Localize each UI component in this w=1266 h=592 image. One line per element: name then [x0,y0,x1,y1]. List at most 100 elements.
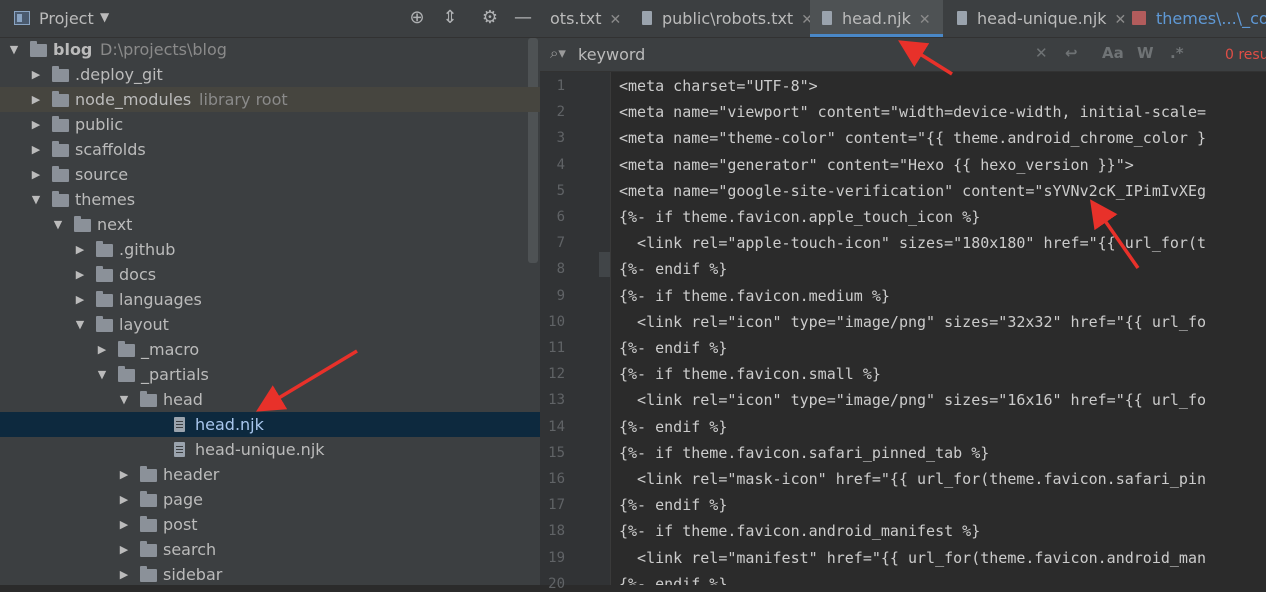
line-number: 6 [556,209,565,225]
chevron-down-icon[interactable]: ▼ [96,362,108,387]
new-line-icon[interactable]: ↩ [1065,44,1078,62]
chevron-down-icon[interactable]: ▼ [8,37,20,62]
folder-icon [96,316,113,332]
tree-folder[interactable]: ▶ sidebar [0,562,540,585]
tree-folder[interactable]: ▶ header [0,462,540,487]
editor: ots.txt ✕ public\robots.txt ✕ head.njk ✕ head-… [540,0,1266,592]
locate-icon[interactable]: ⊕ [406,7,428,29]
code-line: <link rel="manifest" href="{{ url_for(th… [619,548,1206,567]
chevron-right-icon[interactable]: ▶ [30,87,42,112]
clear-search-icon[interactable]: ✕ [1035,44,1048,62]
collapse-all-icon[interactable]: ⇕ [439,7,461,29]
tree-folder[interactable]: ▶ .deploy_git [0,62,540,87]
chevron-right-icon[interactable]: ▶ [30,62,42,87]
tree-folder[interactable]: ▶ page [0,487,540,512]
chevron-right-icon[interactable]: ▶ [96,337,108,362]
code-line: {%- endif %} [619,260,728,279]
regex-toggle[interactable]: .* [1170,44,1184,62]
chevron-right-icon[interactable]: ▶ [30,112,42,137]
caret-line-marker [599,252,610,277]
folder-icon [96,291,113,307]
tree-folder[interactable]: ▶ source [0,162,540,187]
chevron-down-icon[interactable]: ▼ [74,312,86,337]
line-number: 13 [548,392,565,409]
search-input[interactable] [578,42,1048,66]
tree-folder[interactable]: ▼ themes [0,187,540,212]
chevron-right-icon[interactable]: ▶ [30,162,42,187]
tree-folder[interactable]: ▼ next [0,212,540,237]
chevron-right-icon[interactable]: ▶ [118,562,130,585]
tree-folder[interactable]: ▼ blog D:\projects\blog [0,37,540,62]
tree-folder[interactable]: ▼ _partials [0,362,540,387]
tree-folder[interactable]: ▶ public [0,112,540,137]
tree-item-label: post [163,515,198,534]
line-number: 2 [556,104,565,121]
chevron-right-icon[interactable]: ▶ [74,262,86,287]
line-number: 18 [548,523,565,540]
tree-item-label: languages [119,290,202,309]
tab-label: ots.txt [550,9,602,28]
tree-item-label: page [163,490,203,509]
code-line: <meta name="viewport" content="width=dev… [619,103,1206,122]
chevron-right-icon[interactable]: ▶ [118,487,130,512]
chevron-right-icon[interactable]: ▶ [118,462,130,487]
close-icon[interactable]: ✕ [919,12,931,28]
tree-folder[interactable]: ▶ docs [0,262,540,287]
tree-folder[interactable]: ▼ head [0,387,540,412]
tree-item-label: head [163,390,203,409]
folder-icon [52,91,69,107]
tree-folder[interactable]: ▶ .github [0,237,540,262]
tree-folder[interactable]: ▶ search [0,537,540,562]
folder-icon [74,216,91,232]
editor-tab[interactable]: public\robots.txt ✕ [630,0,825,37]
chevron-down-icon[interactable]: ▼ [30,187,42,212]
whole-word-toggle[interactable]: W [1137,44,1154,62]
folder-icon [140,391,157,407]
tree-folder[interactable]: ▼ layout [0,312,540,337]
line-number: 10 [548,313,565,330]
tree-folder[interactable]: ▶ node_modules library root [0,87,540,112]
panel-title[interactable]: Project [39,9,94,28]
tree-item-label: header [163,465,220,484]
minimize-icon[interactable]: — [512,7,534,29]
code-area[interactable]: <meta charset="UTF-8"> <meta name="viewpo… [611,72,1266,585]
tree-folder[interactable]: ▶ scaffolds [0,137,540,162]
tree-item-label: head-unique.njk [195,440,325,459]
chevron-right-icon[interactable]: ▶ [74,237,86,262]
chevron-right-icon[interactable]: ▶ [74,287,86,312]
chevron-down-icon[interactable]: ▼ [100,10,109,24]
editor-tab[interactable]: ots.txt ✕ [540,0,633,37]
code-line: <meta name="theme-color" content="{{ the… [619,129,1206,148]
line-number: 5 [556,182,565,199]
editor-tab[interactable]: head.njk ✕ [810,0,943,37]
tree-file[interactable]: head-unique.njk [0,437,540,462]
chevron-down-icon[interactable]: ▼ [52,212,64,237]
text-file-icon [957,11,967,25]
search-icon[interactable]: ⌕▾ [550,44,566,62]
tree-item-label: _partials [141,365,209,384]
match-case-toggle[interactable]: Aa [1102,44,1124,62]
chevron-right-icon[interactable]: ▶ [30,137,42,162]
chevron-right-icon[interactable]: ▶ [118,512,130,537]
tree-item-label: sidebar [163,565,223,584]
chevron-down-icon[interactable]: ▼ [118,387,130,412]
gear-icon[interactable]: ⚙ [479,7,501,29]
folder-icon [118,366,135,382]
tree-folder[interactable]: ▶ _macro [0,337,540,362]
tree-item-hint: library root [199,90,288,109]
folder-icon [52,191,69,207]
project-panel: Project ▼ ⊕ ⇕ ⚙ — ▼ blog D:\projects\blog ▶… [0,0,540,585]
close-icon[interactable]: ✕ [610,12,622,28]
chevron-right-icon[interactable]: ▶ [118,537,130,562]
tab-label: public\robots.txt [662,9,794,28]
tree-file[interactable]: head.njk [0,412,540,437]
tree-folder[interactable]: ▶ post [0,512,540,537]
editor-tab[interactable]: themes\...\_conf [1120,0,1266,37]
folder-icon [52,141,69,157]
tree-folder[interactable]: ▶ languages [0,287,540,312]
editor-tab-bar: ots.txt ✕ public\robots.txt ✕ head.njk ✕ head-… [540,0,1266,38]
folder-icon [140,566,157,582]
folder-icon [52,166,69,182]
editor-tab[interactable]: head-unique.njk ✕ [945,0,1138,37]
folder-icon [96,241,113,257]
